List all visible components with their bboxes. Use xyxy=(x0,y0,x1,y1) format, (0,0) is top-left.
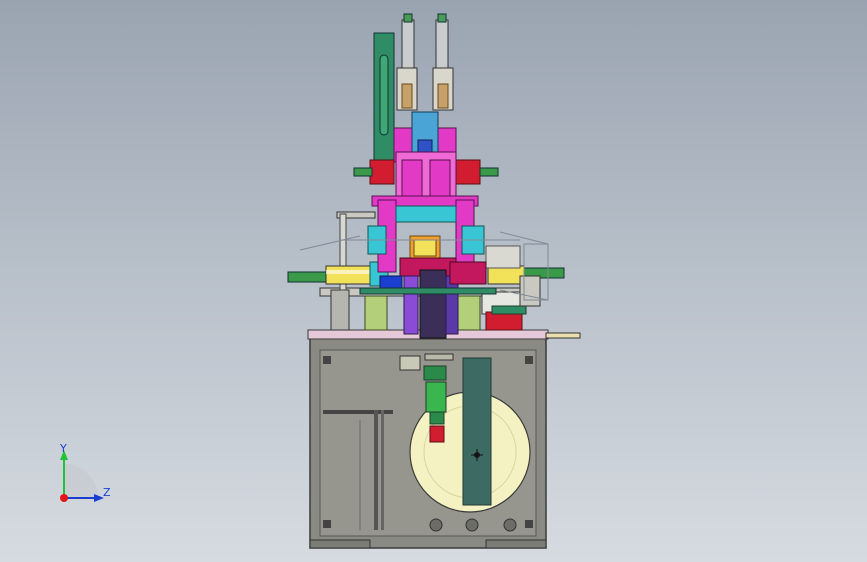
cad-viewport[interactable]: Y Z xyxy=(0,0,867,562)
cad-model[interactable] xyxy=(0,0,867,562)
vertical-slider[interactable] xyxy=(462,357,492,506)
y-axis-label: Y xyxy=(60,442,67,455)
z-axis-label: Z xyxy=(103,486,111,499)
coordinate-triad xyxy=(60,450,104,502)
